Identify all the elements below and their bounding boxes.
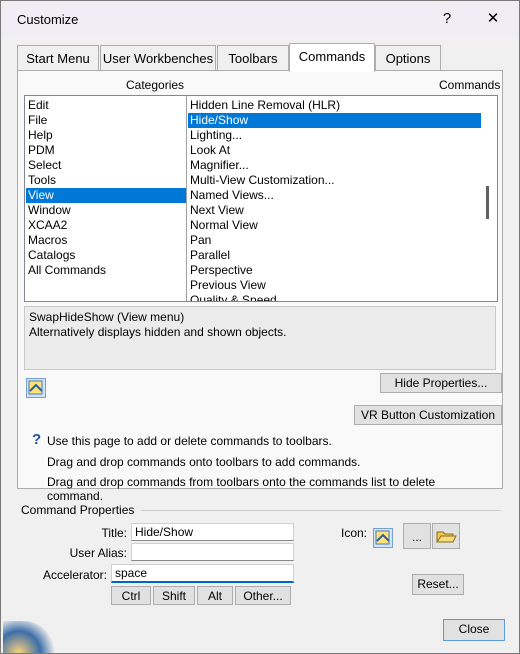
- help-line: Use this page to add or delete commands …: [47, 434, 332, 448]
- commands-list[interactable]: Hidden Line Removal (HLR) Hide/Show Ligh…: [187, 96, 497, 301]
- shift-button[interactable]: Shift: [153, 586, 195, 605]
- list-item[interactable]: Look At: [188, 143, 482, 158]
- command-icon: [26, 378, 46, 398]
- list-item-selected[interactable]: Hide/Show: [188, 113, 482, 128]
- title-label: Title:: [101, 526, 127, 540]
- list-item[interactable]: PDM: [26, 143, 186, 158]
- tab-options[interactable]: Options: [375, 45, 441, 70]
- close-button[interactable]: Close: [443, 619, 505, 641]
- tab-user-workbenches[interactable]: User Workbenches: [100, 45, 216, 70]
- reset-button[interactable]: Reset...: [412, 574, 464, 595]
- list-item[interactable]: Multi-View Customization...: [188, 173, 482, 188]
- list-item[interactable]: Tools: [26, 173, 186, 188]
- list-item[interactable]: Lighting...: [188, 128, 482, 143]
- alt-button[interactable]: Alt: [197, 586, 233, 605]
- help-icon[interactable]: ?: [432, 9, 462, 29]
- title-bar: Customize ? ✕: [1, 1, 519, 37]
- list-item[interactable]: Normal View: [188, 218, 482, 233]
- tab-toolbars[interactable]: Toolbars: [217, 45, 289, 70]
- list-item[interactable]: Next View: [188, 203, 482, 218]
- decorative-orb: [3, 621, 55, 653]
- lists-container: Edit File Help PDM Select Tools View Win…: [24, 95, 498, 302]
- list-item[interactable]: All Commands: [26, 263, 186, 278]
- folder-open-icon[interactable]: [432, 523, 460, 549]
- list-item[interactable]: Magnifier...: [188, 158, 482, 173]
- command-properties-label: Command Properties: [21, 503, 135, 517]
- scrollbar-thumb[interactable]: [486, 186, 489, 219]
- list-item[interactable]: Catalogs: [26, 248, 186, 263]
- tab-commands[interactable]: Commands: [289, 43, 375, 72]
- help-text-block: ? Use this page to add or delete command…: [24, 429, 494, 503]
- list-item-selected[interactable]: View: [26, 188, 186, 203]
- list-item[interactable]: File: [26, 113, 186, 128]
- list-item[interactable]: Pan: [188, 233, 482, 248]
- list-item[interactable]: Hidden Line Removal (HLR): [188, 98, 482, 113]
- description-title: SwapHideShow (View menu): [29, 310, 185, 324]
- list-item[interactable]: Parallel: [188, 248, 482, 263]
- list-item[interactable]: Select: [26, 158, 186, 173]
- list-item[interactable]: Window: [26, 203, 186, 218]
- vr-button-customization-button[interactable]: VR Button Customization: [354, 405, 502, 425]
- hide-properties-button[interactable]: Hide Properties...: [380, 373, 502, 393]
- icon-browse-button[interactable]: ...: [403, 523, 431, 549]
- accelerator-field[interactable]: space: [111, 564, 294, 583]
- commands-panel: Categories Commands Edit File Help PDM S…: [17, 70, 503, 503]
- list-item[interactable]: Named Views...: [188, 188, 482, 203]
- command-description: SwapHideShow (View menu) Alternatively d…: [24, 306, 496, 370]
- help-line: Drag and drop commands onto toolbars to …: [47, 455, 361, 469]
- commands-scrollbar[interactable]: [481, 96, 497, 301]
- list-item[interactable]: XCAA2: [26, 218, 186, 233]
- user-alias-label: User Alias:: [69, 546, 127, 560]
- customize-dialog: Customize ? ✕ Start Menu User Workbenche…: [0, 0, 520, 654]
- list-item[interactable]: Perspective: [188, 263, 482, 278]
- help-line: Drag and drop commands from toolbars ont…: [47, 475, 436, 503]
- help-question-icon: ?: [32, 431, 42, 448]
- accelerator-label: Accelerator:: [42, 568, 107, 582]
- close-icon[interactable]: ✕: [478, 9, 508, 29]
- description-text: Alternatively displays hidden and shown …: [29, 325, 287, 339]
- list-item[interactable]: Previous View: [188, 278, 482, 293]
- user-alias-field[interactable]: [131, 543, 294, 561]
- window-title: Customize: [17, 12, 79, 27]
- list-item[interactable]: Quality & Speed: [188, 293, 482, 301]
- list-item[interactable]: Macros: [26, 233, 186, 248]
- list-item[interactable]: Edit: [26, 98, 186, 113]
- icon-label: Icon:: [340, 526, 367, 540]
- categories-list[interactable]: Edit File Help PDM Select Tools View Win…: [25, 96, 187, 301]
- other-button[interactable]: Other...: [235, 586, 291, 605]
- command-preview-icon: [373, 528, 393, 548]
- title-field[interactable]: Hide/Show: [131, 523, 294, 541]
- ctrl-button[interactable]: Ctrl: [111, 586, 151, 605]
- list-item[interactable]: Help: [26, 128, 186, 143]
- categories-header: Categories: [126, 78, 185, 92]
- commands-header: Commands: [439, 78, 501, 92]
- group-divider: [141, 510, 501, 511]
- tab-start-menu[interactable]: Start Menu: [17, 45, 99, 70]
